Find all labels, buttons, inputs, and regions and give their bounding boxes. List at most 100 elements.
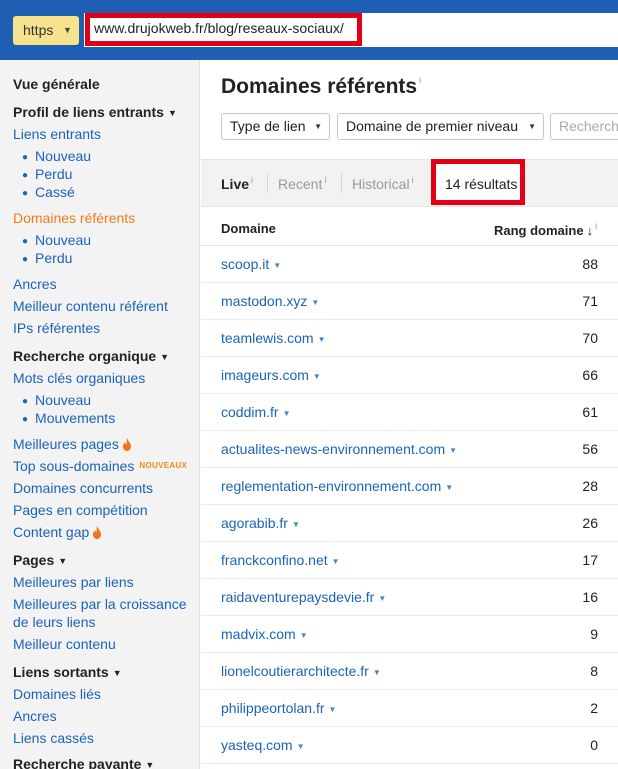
domain-rating-value: 9	[590, 626, 598, 642]
domain-rating-value: 70	[582, 330, 598, 346]
sidebar-item-organic-keywords[interactable]: Mots clés organiques	[13, 370, 145, 386]
sidebar-subitem-backlinks-new[interactable]: ● Nouveau	[22, 148, 91, 164]
section-label: Liens sortants	[13, 664, 109, 680]
domain-text: philippeortolan.fr	[221, 700, 325, 716]
sidebar-item-content-gap[interactable]: Content gap	[13, 524, 102, 540]
domain-text: scoop.it	[221, 256, 270, 272]
chevron-down-icon[interactable]: ▼	[373, 668, 381, 677]
link-type-dropdown[interactable]: Type de lien ▼	[221, 113, 330, 140]
sidebar-section-backlink-profile[interactable]: Profil de liens entrants ▼	[13, 104, 177, 120]
sidebar-section-outgoing-links[interactable]: Liens sortants ▼	[13, 664, 122, 680]
caret-down-icon: ▼	[63, 25, 72, 35]
chevron-down-icon[interactable]: ▼	[332, 557, 340, 566]
chevron-down-icon[interactable]: ▼	[318, 335, 326, 344]
sidebar-item-top-content[interactable]: Meilleur contenu	[13, 636, 116, 652]
tab-live[interactable]: Live i	[221, 175, 253, 192]
domain-link[interactable]: teamlewis.com ▼	[221, 330, 326, 346]
domain-link[interactable]: actualites-news-environnement.com ▼	[221, 441, 457, 457]
chevron-down-icon[interactable]: ▼	[300, 631, 308, 640]
chevron-down-icon[interactable]: ▼	[297, 742, 305, 751]
domain-link[interactable]: coddim.fr ▼	[221, 404, 291, 420]
chevron-down-icon[interactable]: ▼	[449, 446, 457, 455]
sidebar-subitem-refdomains-lost[interactable]: ● Perdu	[22, 250, 72, 266]
sidebar-subitem-label: Nouveau	[35, 148, 92, 164]
sidebar-overview[interactable]: Vue générale	[13, 76, 100, 92]
table-row: actualites-news-environnement.com ▼ 56	[201, 431, 618, 468]
column-header-domain[interactable]: Domaine	[221, 221, 276, 236]
sidebar-item-outgoing-anchors[interactable]: Ancres	[13, 708, 57, 724]
chevron-down-icon[interactable]: ▼	[329, 705, 337, 714]
chevron-down-icon[interactable]: ▼	[292, 520, 300, 529]
sidebar-item-broken-links[interactable]: Liens cassés	[13, 730, 94, 746]
column-header-domain-rating[interactable]: Rang domaine ↓ i	[494, 221, 597, 238]
chevron-down-icon[interactable]: ▼	[273, 261, 281, 270]
search-input[interactable]: Recherche	[550, 113, 618, 140]
sidebar-item-competing-pages[interactable]: Pages en compétition	[13, 502, 148, 518]
sidebar-item-anchors[interactable]: Ancres	[13, 276, 57, 292]
sidebar-item-competing-domains[interactable]: Domaines concurrents	[13, 480, 153, 496]
domain-text: imageurs.com	[221, 367, 309, 383]
domain-text: yasteq.com	[221, 737, 293, 753]
sidebar-item-backlinks[interactable]: Liens entrants	[13, 126, 101, 142]
domain-link[interactable]: agorabib.fr ▼	[221, 515, 300, 531]
domain-link[interactable]: franckconfino.net ▼	[221, 552, 340, 568]
sidebar-subitem-refdomains-new[interactable]: ● Nouveau	[22, 232, 91, 248]
sidebar-item-best-by-links-pages[interactable]: Meilleures par liens	[13, 574, 134, 590]
sidebar-subitem-keywords-movements[interactable]: ● Mouvements	[22, 410, 115, 426]
sidebar-subitem-label: Mouvements	[35, 410, 116, 426]
sidebar-subitem-backlinks-lost[interactable]: ● Perdu	[22, 166, 72, 182]
sidebar-item-best-by-links[interactable]: Meilleur contenu référent	[13, 298, 168, 314]
dropdown-label: Type de lien	[230, 118, 306, 134]
info-icon: i	[251, 175, 254, 185]
sidebar-item-top-pages[interactable]: Meilleures pages	[13, 436, 132, 452]
sidebar-item-linked-domains[interactable]: Domaines liés	[13, 686, 101, 702]
table-row: lionelcoutierarchitecte.fr ▼ 8	[201, 653, 618, 690]
sidebar-section-pages[interactable]: Pages ▼	[13, 552, 67, 568]
tab-historical[interactable]: Historical i	[352, 175, 414, 192]
url-input[interactable]: www.drujokweb.fr/blog/reseaux-sociaux/	[94, 20, 344, 36]
sidebar-section-paid-search[interactable]: Recherche payante ▼	[13, 756, 154, 769]
chevron-down-icon[interactable]: ▼	[283, 409, 291, 418]
sidebar-item-best-by-growth[interactable]: Meilleures par la croissance	[13, 596, 187, 612]
chevron-down-icon[interactable]: ▼	[378, 594, 386, 603]
sidebar-item-referring-ips[interactable]: IPs référentes	[13, 320, 100, 336]
tab-recent[interactable]: Recent i	[278, 175, 326, 192]
new-badge: NOUVEAUX	[139, 461, 188, 470]
chevron-down-icon[interactable]: ▼	[313, 372, 321, 381]
sidebar-subitem-backlinks-broken[interactable]: ● Cassé	[22, 184, 75, 200]
sidebar-item-referring-domains[interactable]: Domaines référents	[13, 210, 135, 226]
domain-link[interactable]: madvix.com ▼	[221, 626, 308, 642]
protocol-dropdown[interactable]: https ▼	[13, 16, 79, 45]
chevron-down-icon[interactable]: ▼	[311, 298, 319, 307]
chevron-down-icon[interactable]: ▼	[445, 483, 453, 492]
sidebar-section-organic-search[interactable]: Recherche organique ▼	[13, 348, 169, 364]
domain-link[interactable]: scoop.it ▼	[221, 256, 281, 272]
bullet-icon: ●	[22, 188, 29, 199]
section-label: Recherche organique	[13, 348, 157, 364]
domain-rating-value: 2	[590, 700, 598, 716]
domain-link[interactable]: raidaventurepaysdevie.fr ▼	[221, 589, 386, 605]
domain-link[interactable]: lionelcoutierarchitecte.fr ▼	[221, 663, 381, 679]
tld-dropdown[interactable]: Domaine de premier niveau ▼	[337, 113, 544, 140]
fire-icon	[122, 438, 131, 451]
sidebar-item-top-subdomains[interactable]: Top sous-domaines NOUVEAUX	[13, 458, 187, 474]
table-row: imageurs.com ▼ 66	[201, 357, 618, 394]
domain-link[interactable]: reglementation-environnement.com ▼	[221, 478, 453, 494]
page-title: Domaines référents i	[221, 75, 421, 99]
table-row: mastodon.xyz ▼ 71	[201, 283, 618, 320]
domain-rating-value: 61	[582, 404, 598, 420]
caret-down-icon: ▼	[314, 122, 322, 131]
sidebar-item-best-by-growth-line2[interactable]: de leurs liens	[13, 614, 96, 630]
domain-link[interactable]: yasteq.com ▼	[221, 737, 305, 753]
domain-link[interactable]: mastodon.xyz ▼	[221, 293, 319, 309]
section-label: Profil de liens entrants	[13, 104, 164, 120]
sidebar-subitem-keywords-new[interactable]: ● Nouveau	[22, 392, 91, 408]
dropdown-label: Domaine de premier niveau	[346, 118, 518, 134]
table-row: raidaventurepaysdevie.fr ▼ 16	[201, 579, 618, 616]
info-icon[interactable]: i	[419, 75, 421, 85]
domain-link[interactable]: imageurs.com ▼	[221, 367, 321, 383]
domain-link[interactable]: philippeortolan.fr ▼	[221, 700, 336, 716]
tab-divider	[267, 173, 268, 193]
bullet-icon: ●	[22, 254, 29, 265]
section-label: Pages	[13, 552, 55, 568]
